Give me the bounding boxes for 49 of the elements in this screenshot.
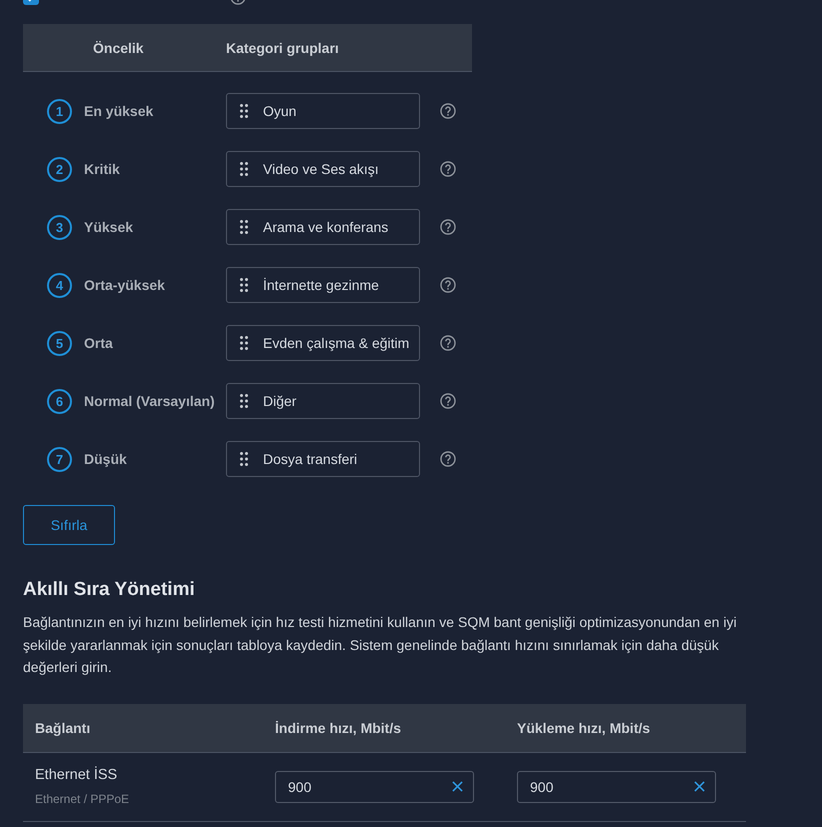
drag-handle-icon[interactable]: [240, 104, 248, 118]
clear-icon[interactable]: [694, 781, 705, 792]
drag-handle-icon[interactable]: [240, 336, 248, 350]
priority-number: 6: [47, 388, 72, 414]
help-icon[interactable]: [440, 219, 456, 235]
priority-label: Yüksek: [84, 219, 134, 235]
clear-icon[interactable]: [452, 781, 463, 792]
priority-number: 3: [47, 214, 72, 240]
help-icon[interactable]: [440, 335, 456, 351]
help-icon[interactable]: [440, 451, 456, 467]
category-item[interactable]: İnternette gezinme: [226, 267, 420, 303]
column-header: Kategori grupları: [226, 40, 339, 56]
priority-number: 1: [47, 98, 72, 124]
priority-label: Düşük: [84, 451, 127, 467]
download-speed-field[interactable]: 900: [275, 770, 474, 802]
category-item[interactable]: Diğer: [226, 383, 420, 419]
priority-number: 2: [47, 156, 72, 182]
help-icon[interactable]: [440, 277, 456, 293]
column-header: Bağlantı: [34, 720, 92, 736]
help-icon[interactable]: [440, 103, 456, 119]
drag-handle-icon[interactable]: [240, 278, 248, 292]
drag-handle-icon[interactable]: [240, 220, 248, 234]
connection-type: Ethernet / PPPoE: [35, 792, 130, 806]
priority-number: 5: [47, 330, 72, 356]
help-icon[interactable]: [440, 161, 456, 177]
category-item[interactable]: Oyun: [226, 93, 420, 129]
connection-name: Ethernet İSS: [35, 767, 118, 783]
category-item[interactable]: Evden çalışma & eğitim: [226, 325, 420, 361]
reset-button[interactable]: Sıfırla: [23, 505, 115, 545]
priority-number: 7: [47, 446, 72, 472]
category-item[interactable]: Arama ve konferans: [226, 209, 420, 245]
column-header: Yükleme hızı, Mbit/s: [517, 720, 652, 736]
drag-handle-icon[interactable]: [240, 394, 248, 408]
priority-label: Orta: [84, 335, 113, 351]
help-icon[interactable]: [440, 393, 456, 409]
section-title: Akıllı Sıra Yönetimi: [23, 578, 195, 602]
category-item[interactable]: Dosya transferi: [226, 441, 420, 477]
priority-number: 4: [47, 272, 72, 298]
section-description: Bağlantınızın en iyi hızını belirlemek için hız testi hizmetini kullanın ve SQM bant genişliği optimizasyonundan en iyi şekilde yararlanmak için sonuçları tabloya kaydedin. Sistem genelinde bağlantı hızını sınırlamak için daha düşük değerleri girin.: [23, 613, 738, 677]
priority-label: Orta-yüksek: [84, 277, 165, 293]
priority-label: Normal (Varsayılan): [84, 393, 215, 409]
priority-label: En yüksek: [84, 103, 154, 119]
category-item[interactable]: Video ve Ses akışı: [226, 151, 420, 187]
upload-speed-field[interactable]: 900: [517, 770, 716, 802]
column-header: Öncelik: [92, 40, 145, 56]
priority-label: Kritik: [84, 161, 120, 177]
column-header: İndirme hızı, Mbit/s: [275, 720, 402, 736]
drag-handle-icon[interactable]: [240, 162, 248, 176]
drag-handle-icon[interactable]: [240, 452, 248, 466]
